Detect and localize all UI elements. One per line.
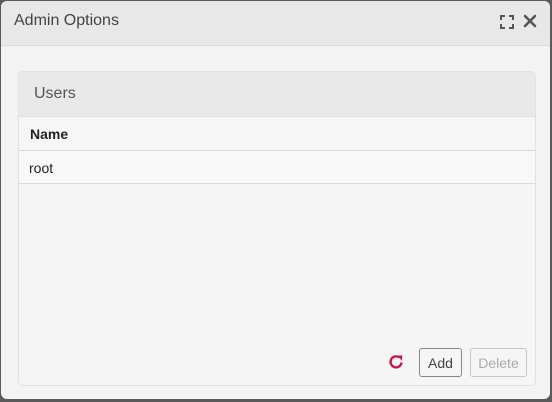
users-panel: Users Name root Add Delete	[18, 71, 536, 386]
dialog-title: Admin Options	[14, 12, 119, 29]
table-row[interactable]: root	[19, 151, 535, 184]
refresh-icon[interactable]	[387, 353, 405, 371]
users-panel-header: Users	[19, 72, 535, 117]
users-table: Name root	[19, 117, 535, 184]
delete-user-button[interactable]: Delete	[470, 348, 527, 377]
close-icon[interactable]	[523, 14, 537, 28]
admin-options-dialog: Admin Options Users Name root Add Delete	[1, 1, 550, 399]
add-user-button[interactable]: Add	[419, 348, 462, 377]
users-panel-title: Users	[34, 85, 76, 102]
column-header-name[interactable]: Name	[30, 126, 68, 142]
user-name-cell: root	[29, 160, 54, 176]
dialog-titlebar: Admin Options	[1, 1, 550, 46]
maximize-icon[interactable]	[500, 15, 514, 29]
table-header-row: Name	[19, 117, 535, 151]
